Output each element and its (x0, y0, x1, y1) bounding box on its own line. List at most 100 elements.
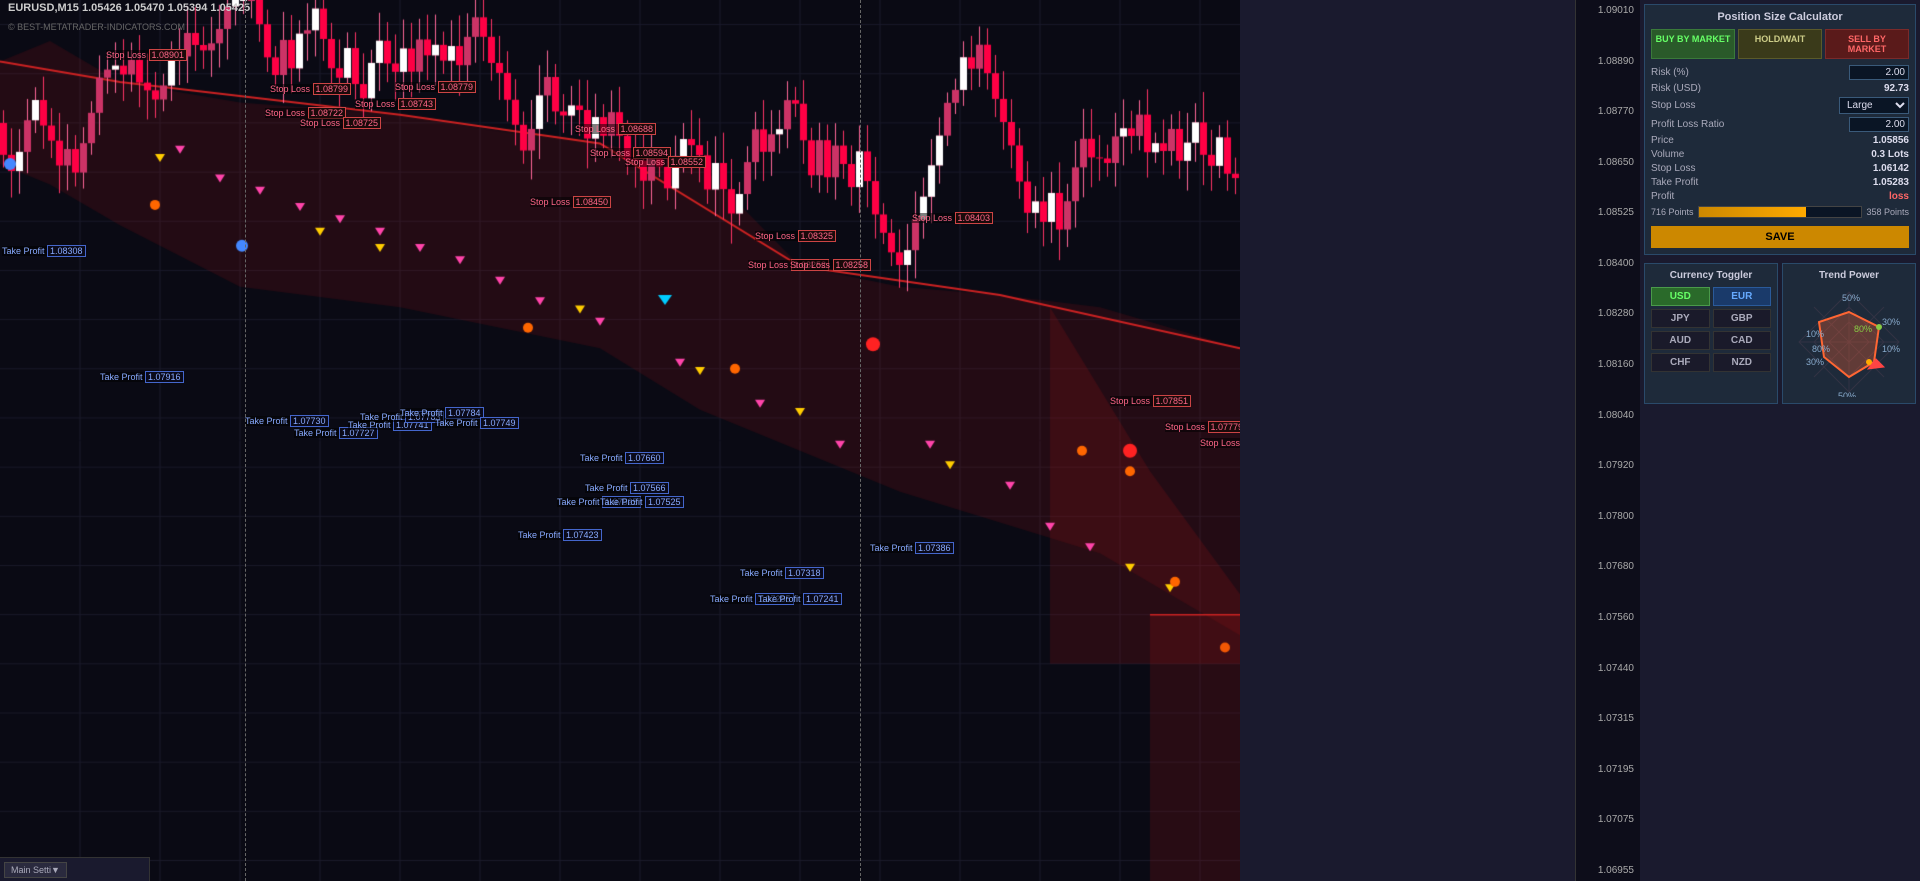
price-label-7: 1.08280 (1578, 308, 1638, 319)
trend-power-title: Trend Power (1789, 270, 1909, 281)
progress-fill-loss (1699, 207, 1807, 217)
currency-chf-button[interactable]: CHF (1651, 353, 1710, 372)
price-label-2: 1.08890 (1578, 56, 1638, 67)
risk-usd-row: Risk (USD) 92.73 (1651, 83, 1909, 94)
currency-grid: USD EUR JPY GBP AUD CAD CHF NZD (1651, 287, 1771, 372)
trend-radar-svg: 50% 30% 10% 50% 30% 10% 80% 80% (1794, 287, 1904, 397)
price-label-11: 1.07800 (1578, 511, 1638, 522)
stop-loss-label: Stop Loss (1651, 100, 1695, 111)
currency-cad-button[interactable]: CAD (1713, 331, 1772, 350)
price-label-12: 1.07680 (1578, 561, 1638, 572)
sell-by-market-button[interactable]: SELL BY MARKET (1825, 29, 1909, 59)
tp-level-value: 1.05283 (1873, 177, 1909, 188)
price-label-15: 1.07315 (1578, 713, 1638, 724)
currency-gbp-button[interactable]: GBP (1713, 309, 1772, 328)
price-label-5: 1.08525 (1578, 207, 1638, 218)
stop-loss-label-4: Stop Loss 1.08743 (355, 99, 436, 109)
pl-ratio-input[interactable] (1849, 117, 1909, 132)
stop-loss-label-1: Stop Loss 1.08901 (106, 50, 187, 60)
volume-value: 0.3 Lots (1871, 149, 1909, 160)
price-label-14: 1.07440 (1578, 663, 1638, 674)
risk-pct-label: Risk (%) (1651, 67, 1689, 78)
price-label-18: 1.06955 (1578, 865, 1638, 876)
take-profit-label-12: Take Profit 1.07525 (600, 497, 684, 507)
stop-loss-label-7: Stop Loss 1.08688 (575, 124, 656, 134)
stop-loss-label-16: Stop Loss 1.07779 (1165, 422, 1240, 432)
stop-loss-row: Stop Loss Large Small Medium (1651, 97, 1909, 114)
take-profit-label-3: Take Profit 1.07730 (245, 416, 329, 426)
volume-row: Volume 0.3 Lots (1651, 149, 1909, 160)
trend-radar: 50% 30% 10% 50% 30% 10% 80% 80% (1794, 287, 1904, 397)
take-profit-label-15: Take Profit 1.07318 (740, 568, 824, 578)
buy-by-market-button[interactable]: BUY BY MARKET (1651, 29, 1735, 59)
stop-loss-label-15: Stop Loss 1.07851 (1110, 396, 1191, 406)
price-label-1: 1.09010 (1578, 5, 1638, 16)
sl-level-label: Stop Loss (1651, 163, 1695, 174)
points-loss-label: 716 Points (1651, 207, 1694, 217)
currency-aud-button[interactable]: AUD (1651, 331, 1710, 350)
right-panel: Position Size Calculator BUY BY MARKET H… (1640, 0, 1920, 881)
price-label-8: 1.08160 (1578, 359, 1638, 370)
svg-text:80%: 80% (1812, 344, 1830, 354)
stop-loss-label-10: Stop Loss 1.08450 (530, 197, 611, 207)
price-label-6: 1.08400 (1578, 258, 1638, 269)
take-profit-label-9: Take Profit 1.07660 (580, 453, 664, 463)
svg-text:30%: 30% (1882, 317, 1900, 327)
chart-title: EURUSD,M15 1.05426 1.05470 1.05394 1.054… (8, 2, 250, 14)
sl-level-value: 1.06142 (1873, 163, 1909, 174)
psc-buttons: BUY BY MARKET HOLD/WAIT SELL BY MARKET (1651, 29, 1909, 59)
price-label-3: 1.08770 (1578, 106, 1638, 117)
bottom-toolbar: Main Setti▼ (0, 857, 150, 881)
risk-pct-row: Risk (%) (1651, 65, 1909, 80)
currency-jpy-button[interactable]: JPY (1651, 309, 1710, 328)
stop-loss-label-9: Stop Loss 1.08552 (625, 157, 706, 167)
take-profit-label-7: Take Profit 1.07784 (400, 408, 484, 418)
stop-loss-select[interactable]: Large Small Medium (1839, 97, 1909, 114)
take-profit-label-13: Take Profit 1.07423 (518, 530, 602, 540)
save-button[interactable]: SAVE (1651, 226, 1909, 248)
take-profit-label-17: Take Profit 1.07241 (758, 594, 842, 604)
svg-text:80%: 80% (1854, 324, 1872, 334)
hold-wait-button[interactable]: HOLD/WAIT (1738, 29, 1822, 59)
progress-bar-loss (1698, 206, 1863, 218)
pl-ratio-row: Profit Loss Ratio (1651, 117, 1909, 132)
tp-level-row: Take Profit 1.05283 (1651, 177, 1909, 188)
currency-eur-button[interactable]: EUR (1713, 287, 1772, 306)
take-profit-label-8: Take Profit 1.07749 (435, 418, 519, 428)
tp-level-label: Take Profit (1651, 177, 1698, 188)
profit-row: Profit loss (1651, 191, 1909, 202)
main-settings-button[interactable]: Main Setti▼ (4, 862, 67, 878)
svg-text:30%: 30% (1806, 357, 1824, 367)
currency-toggler-title: Currency Toggler (1651, 270, 1771, 281)
currency-usd-button[interactable]: USD (1651, 287, 1710, 306)
risk-usd-value: 92.73 (1884, 83, 1909, 94)
price-label-field: Price (1651, 135, 1674, 146)
price-label-4: 1.08650 (1578, 157, 1638, 168)
stop-loss-label-12: Stop Loss 1.08325 (755, 231, 836, 241)
points-profit-label: 358 Points (1866, 207, 1909, 217)
price-label-13: 1.07560 (1578, 612, 1638, 623)
price-axis: 1.09010 1.08890 1.08770 1.08650 1.08525 … (1575, 0, 1640, 881)
psc-panel: Position Size Calculator BUY BY MARKET H… (1644, 4, 1916, 255)
svg-text:50%: 50% (1842, 293, 1860, 303)
price-row: Price 1.05856 (1651, 135, 1909, 146)
price-label-17: 1.07075 (1578, 814, 1638, 825)
stop-loss-label-5: Stop Loss 1.08722 (265, 108, 346, 118)
price-value: 1.05856 (1873, 135, 1909, 146)
stop-loss-label-14: Stop Loss 1.08258 (790, 260, 871, 270)
price-label-16: 1.07195 (1578, 764, 1638, 775)
take-profit-label-10: Take Profit 1.07566 (585, 483, 669, 493)
currency-nzd-button[interactable]: NZD (1713, 353, 1772, 372)
profit-value: loss (1889, 191, 1909, 202)
pl-ratio-label: Profit Loss Ratio (1651, 119, 1724, 130)
profit-label: Profit (1651, 191, 1674, 202)
sl-level-row: Stop Loss 1.06142 (1651, 163, 1909, 174)
stop-loss-label-6: Stop Loss 1.08725 (300, 118, 381, 128)
svg-text:10%: 10% (1806, 329, 1824, 339)
take-profit-label-2: Take Profit 1.07916 (100, 372, 184, 382)
svg-text:50%: 50% (1838, 391, 1856, 397)
volume-label: Volume (1651, 149, 1684, 160)
psc-title: Position Size Calculator (1651, 11, 1909, 23)
risk-pct-input[interactable] (1849, 65, 1909, 80)
currency-panel: Currency Toggler USD EUR JPY GBP AUD CAD… (1644, 263, 1778, 404)
